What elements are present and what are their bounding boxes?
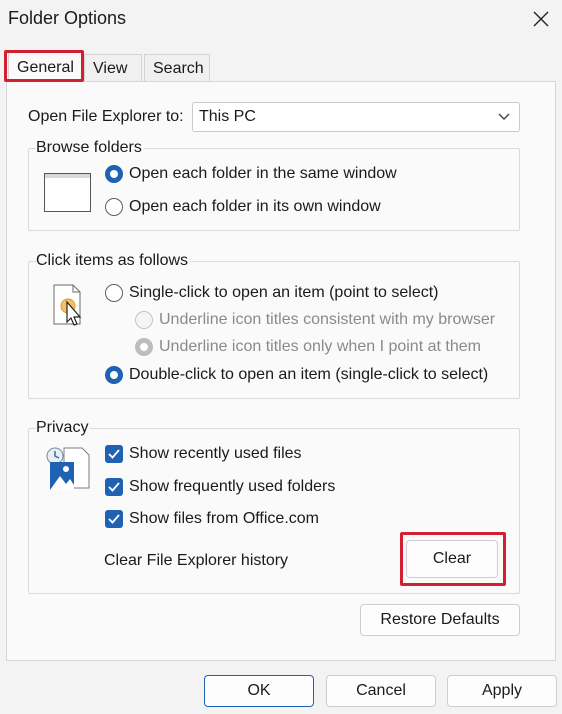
restore-defaults-button[interactable]: Restore Defaults: [360, 604, 520, 636]
chevron-down-icon: [498, 113, 510, 120]
frequent-folders-label: Show frequently used folders: [129, 478, 336, 495]
tab-search-label: Search: [153, 59, 204, 77]
radio-double-click[interactable]: [105, 366, 123, 384]
underline-browser-label: Underline icon titles consistent with my…: [159, 311, 496, 328]
radio-same-window[interactable]: [105, 165, 123, 183]
close-button[interactable]: [526, 4, 556, 34]
tab-view[interactable]: View: [84, 54, 142, 82]
radio-own-window[interactable]: [105, 198, 123, 216]
apply-button[interactable]: Apply: [447, 675, 557, 707]
checkbox-office-files[interactable]: [105, 510, 123, 528]
checkbox-recent-files[interactable]: [105, 445, 123, 463]
same-window-label: Open each folder in the same window: [129, 165, 397, 182]
office-files-label: Show files from Office.com: [129, 510, 319, 527]
tab-search[interactable]: Search: [144, 54, 210, 82]
tab-general-highlight: [4, 50, 84, 82]
single-click-icon: [53, 284, 89, 335]
underline-point-label: Underline icon titles only when I point …: [159, 338, 481, 355]
own-window-label: Open each folder in its own window: [129, 198, 381, 215]
window-icon: [44, 173, 92, 218]
check-icon: [108, 514, 120, 524]
radio-single-click[interactable]: [105, 284, 123, 302]
open-explorer-value: This PC: [199, 108, 256, 125]
privacy-title: Privacy: [36, 419, 91, 437]
double-click-label: Double-click to open an item (single-cli…: [129, 366, 489, 383]
check-icon: [108, 482, 120, 492]
close-icon: [533, 11, 549, 27]
browse-folders-group: [28, 148, 520, 231]
open-explorer-label: Open File Explorer to:: [28, 108, 184, 125]
window-title: Folder Options: [8, 8, 127, 28]
checkbox-frequent-folders[interactable]: [105, 478, 123, 496]
clear-button-highlight: [400, 532, 506, 586]
browse-folders-title: Browse folders: [36, 139, 144, 157]
privacy-icon: [44, 444, 92, 497]
check-icon: [108, 449, 120, 459]
ok-button[interactable]: OK: [204, 675, 314, 707]
tab-view-label: View: [93, 59, 128, 77]
cancel-button[interactable]: Cancel: [326, 675, 436, 707]
single-click-label: Single-click to open an item (point to s…: [129, 284, 439, 301]
clear-history-label: Clear File Explorer history: [104, 552, 289, 569]
recent-files-label: Show recently used files: [129, 445, 302, 462]
radio-underline-point[interactable]: [135, 338, 153, 356]
radio-underline-browser[interactable]: [135, 311, 153, 329]
click-items-title: Click items as follows: [36, 252, 191, 270]
open-explorer-select[interactable]: This PC: [192, 102, 520, 132]
